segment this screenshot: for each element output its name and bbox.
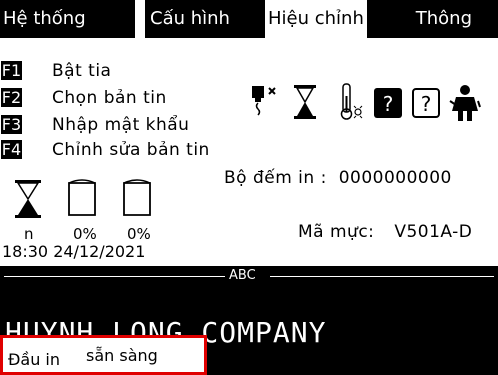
svg-text:?: ?: [383, 92, 394, 116]
counter-value: 0000000000: [338, 168, 452, 188]
level-value-2: 0%: [73, 225, 97, 243]
ink-code-label: Mã mực:: [298, 222, 375, 242]
panel-border-right: [270, 276, 494, 277]
menu-thong-tin[interactable]: Thông: [367, 0, 498, 38]
datetime: 18:30 24/12/2021: [2, 242, 146, 261]
f1-key[interactable]: F1: [1, 61, 22, 80]
f2-label[interactable]: Chọn bản tin: [52, 88, 167, 108]
f3-label[interactable]: Nhập mật khẩu: [52, 115, 189, 135]
ink-code-value: V501A-D: [394, 222, 473, 242]
status-state: sẵn sàng: [86, 346, 158, 365]
technician-icon: [448, 83, 482, 127]
f3-key[interactable]: F3: [1, 115, 22, 134]
print-head-error-icon: [249, 84, 285, 124]
panel-border-left: [4, 276, 225, 277]
svg-text:?: ?: [421, 92, 432, 116]
f1-label[interactable]: Bật tia: [52, 61, 111, 81]
f2-key[interactable]: F2: [1, 88, 22, 107]
help-outline-icon[interactable]: ?: [411, 87, 441, 123]
solvent-tank-icon: [120, 177, 154, 221]
counter-label: Bộ đếm in :: [224, 168, 327, 188]
level-value-3: 0%: [127, 225, 151, 243]
menu-thong-label: Thông: [415, 8, 472, 29]
ink-code: Mã mực: V501A-D: [298, 222, 472, 242]
level-value-1: n: [24, 225, 34, 243]
menu-cau-hinh[interactable]: Cấu hình: [145, 0, 270, 38]
hourglass-icon: [293, 84, 317, 124]
menu-he-thong[interactable]: Hệ thống: [0, 0, 135, 38]
status-prefix: Đầu in: [8, 350, 61, 369]
help-filled-icon[interactable]: ?: [373, 87, 403, 123]
thermometer-icon: [337, 82, 365, 126]
ink-tank-icon: [65, 177, 99, 221]
print-counter: Bộ đếm in : 0000000000: [224, 168, 452, 188]
hourglass-icon: [14, 179, 42, 223]
f4-label[interactable]: Chỉnh sửa bản tin: [52, 140, 210, 160]
f4-key[interactable]: F4: [1, 140, 22, 159]
menu-hieu-chinh[interactable]: Hiệu chỉnh: [265, 0, 370, 38]
message-title: ABC: [229, 268, 256, 283]
